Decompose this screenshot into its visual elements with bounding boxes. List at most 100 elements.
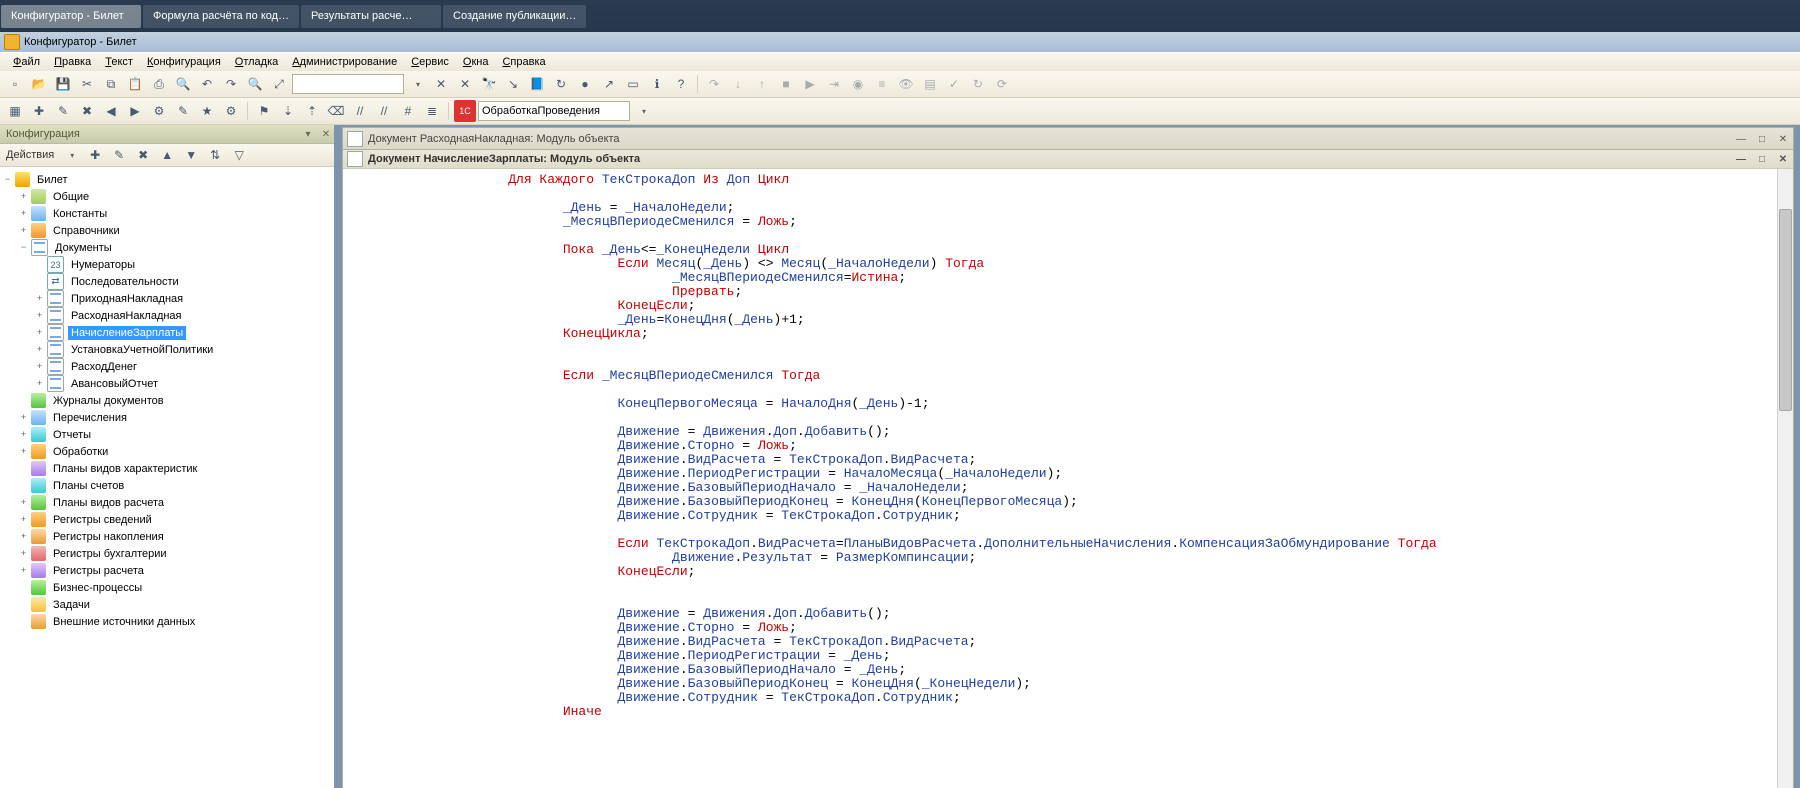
editor-titlebar[interactable]: Документ НачислениеЗарплаты: Модуль объе…: [343, 150, 1793, 169]
up-icon[interactable]: ▲: [156, 144, 178, 166]
tree-node[interactable]: НачислениеЗарплаты: [0, 324, 334, 341]
sort-icon[interactable]: ⇅: [204, 144, 226, 166]
menu-сервис[interactable]: Сервис: [404, 54, 456, 70]
window-maximize-button[interactable]: □: [1752, 131, 1772, 147]
tree-node[interactable]: Планы видов характеристик: [0, 460, 334, 477]
tree-expander[interactable]: [18, 242, 29, 253]
tree-expander[interactable]: [18, 531, 29, 542]
delete-icon[interactable]: ✖: [132, 144, 154, 166]
tree-node[interactable]: Бизнес-процессы: [0, 579, 334, 596]
goto-line-icon[interactable]: #: [397, 100, 419, 122]
restart-icon[interactable]: ⟳: [991, 73, 1013, 95]
edit-icon[interactable]: ✎: [108, 144, 130, 166]
breakpoints-list-icon[interactable]: ≡: [871, 73, 893, 95]
script-box-icon[interactable]: ▭: [622, 73, 644, 95]
breakpoint-icon[interactable]: ◉: [847, 73, 869, 95]
window-minimize-button[interactable]: —: [1731, 131, 1751, 147]
edit-icon[interactable]: ✎: [172, 100, 194, 122]
help-icon[interactable]: ?: [670, 73, 692, 95]
configuration-tree[interactable]: БилетОбщиеКонстантыСправочникиДокументыН…: [0, 167, 334, 788]
paste-icon[interactable]: 📋: [124, 73, 146, 95]
menu-справка[interactable]: Справка: [495, 54, 552, 70]
step-out-icon[interactable]: ↑: [751, 73, 773, 95]
tree-node[interactable]: Последовательности: [0, 273, 334, 290]
stop-icon[interactable]: ■: [775, 73, 797, 95]
background-document-titlebar[interactable]: Документ РасходнаяНакладная: Модуль объе…: [342, 127, 1794, 151]
tree-expander[interactable]: [18, 548, 29, 559]
refresh-icon[interactable]: ↻: [550, 73, 572, 95]
blue-dot-icon[interactable]: ●: [574, 73, 596, 95]
filter-icon[interactable]: ▽: [228, 144, 250, 166]
search-dropdown[interactable]: [406, 73, 428, 95]
tree-expander[interactable]: [34, 310, 45, 321]
bookmark-clear-icon[interactable]: ⌫: [325, 100, 347, 122]
continue-icon[interactable]: ▶: [799, 73, 821, 95]
bookmark-prev-icon[interactable]: ⇡: [301, 100, 323, 122]
tree-expander[interactable]: [18, 497, 29, 508]
bookmark-toggle-icon[interactable]: ⚑: [253, 100, 275, 122]
tree-node[interactable]: Нумераторы: [0, 256, 334, 273]
tree-node[interactable]: ПриходнаяНакладная: [0, 290, 334, 307]
book-icon[interactable]: 📘: [526, 73, 548, 95]
tree-node[interactable]: РасходДенег: [0, 358, 334, 375]
tree-expander[interactable]: [2, 174, 13, 185]
step-over-icon[interactable]: ↷: [703, 73, 725, 95]
tree-expander[interactable]: [18, 208, 29, 219]
tree-expander[interactable]: [18, 429, 29, 440]
find-icon[interactable]: 🔍: [244, 73, 266, 95]
tree-node[interactable]: УстановкаУчетнойПолитики: [0, 341, 334, 358]
tree-expander[interactable]: [34, 293, 45, 304]
comment-icon[interactable]: //: [349, 100, 371, 122]
tree-node[interactable]: Регистры бухгалтерии: [0, 545, 334, 562]
open-icon[interactable]: 📂: [28, 73, 50, 95]
tree-expander[interactable]: [34, 327, 45, 338]
tree-node[interactable]: Внешние источники данных: [0, 613, 334, 630]
refresh-icon[interactable]: ↻: [967, 73, 989, 95]
tree-expander[interactable]: [18, 446, 29, 457]
info-icon[interactable]: ℹ: [646, 73, 668, 95]
tree-node[interactable]: АвансовыйОтчет: [0, 375, 334, 392]
procedure-selector[interactable]: [478, 101, 630, 121]
wizard-icon[interactable]: ★: [196, 100, 218, 122]
tree-expander[interactable]: [34, 344, 45, 355]
menu-текст[interactable]: Текст: [98, 54, 140, 70]
procedure-selector-input[interactable]: [479, 105, 629, 117]
doc-open-icon[interactable]: ✎: [52, 100, 74, 122]
taskbar-tab[interactable]: Конфигуратор - Билет: [1, 5, 141, 28]
arrow-right-icon[interactable]: ▶: [124, 100, 146, 122]
watch-icon[interactable]: 👁: [895, 73, 917, 95]
clear-search-icon[interactable]: ✕: [454, 73, 476, 95]
config-icon[interactable]: ⚙: [220, 100, 242, 122]
save-icon[interactable]: 💾: [52, 73, 74, 95]
tree-node[interactable]: Регистры накопления: [0, 528, 334, 545]
tree-expander[interactable]: [18, 514, 29, 525]
panel-close-button[interactable]: ✕: [318, 126, 334, 142]
tree-node[interactable]: Планы видов расчета: [0, 494, 334, 511]
proc-list-icon[interactable]: ≣: [421, 100, 443, 122]
doc-new-icon[interactable]: ✚: [28, 100, 50, 122]
tree-expander[interactable]: [18, 412, 29, 423]
tree-node[interactable]: Билет: [0, 171, 334, 188]
print-preview-icon[interactable]: 🔍: [172, 73, 194, 95]
actions-label[interactable]: Действия: [4, 149, 58, 161]
taskbar-tab[interactable]: Создание публикации…: [443, 5, 586, 28]
menu-конфигурация[interactable]: Конфигурация: [140, 54, 228, 70]
redo-icon[interactable]: ↷: [220, 73, 242, 95]
arrow-left-icon[interactable]: ◀: [100, 100, 122, 122]
tree-node[interactable]: Отчеты: [0, 426, 334, 443]
binoculars-icon[interactable]: 🔭: [478, 73, 500, 95]
menu-файл[interactable]: Файл: [6, 54, 47, 70]
panel-dropdown-button[interactable]: ▾: [300, 126, 316, 142]
cut-icon[interactable]: ✂: [76, 73, 98, 95]
window-maximize-button[interactable]: □: [1752, 151, 1772, 167]
print-icon[interactable]: ⎙: [148, 73, 170, 95]
new-icon[interactable]: ▫: [4, 73, 26, 95]
zoom-icon[interactable]: ⤢: [268, 73, 290, 95]
output-icon[interactable]: ▤: [919, 73, 941, 95]
tree-node[interactable]: Регистры сведений: [0, 511, 334, 528]
window-close-button[interactable]: ✕: [1773, 131, 1793, 147]
procedure-selector-dropdown[interactable]: [632, 100, 654, 122]
vertical-scrollbar[interactable]: [1777, 169, 1793, 788]
tree-expander[interactable]: [34, 361, 45, 372]
syntax-check-icon[interactable]: ✓: [943, 73, 965, 95]
